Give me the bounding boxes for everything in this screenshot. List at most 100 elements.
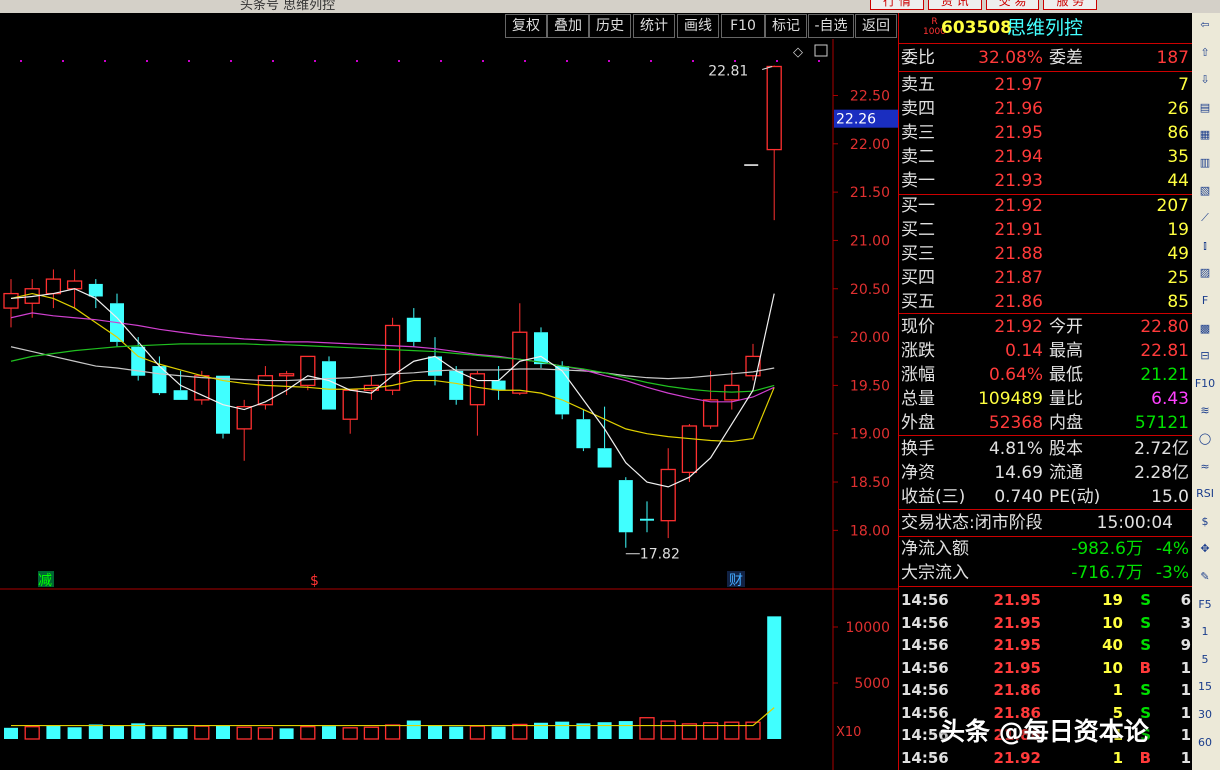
- top-tab-1[interactable]: 资 讯: [927, 0, 982, 10]
- sell-level-1: 卖一 21.93 44: [899, 169, 1193, 193]
- grid-dot: [398, 60, 400, 62]
- sell-price: 21.95: [994, 123, 1043, 143]
- volume-bar: [300, 726, 316, 740]
- toolbar-button-4[interactable]: 画线: [677, 14, 719, 38]
- stat-label: 内盘: [1049, 413, 1083, 433]
- buy-label: 买二: [901, 220, 935, 240]
- stat-row: 总量 109489 量比 6.43: [899, 387, 1193, 411]
- grid-dot: [818, 60, 820, 62]
- volume-unit-label: X10: [836, 725, 861, 740]
- sidebar-tool-icon[interactable]: 1: [1194, 622, 1216, 642]
- sidebar-tool-icon[interactable]: ▦: [1194, 125, 1216, 145]
- tick-time: 14:56: [901, 613, 949, 632]
- volume-bar: [618, 721, 633, 739]
- weibi-row: 委比 32.08% 委差 187: [899, 46, 1193, 70]
- sidebar-tool-icon[interactable]: ▨: [1194, 263, 1216, 283]
- toolbar-button-8[interactable]: 返回: [855, 14, 897, 38]
- sidebar-tool-icon[interactable]: ⇦: [1194, 15, 1216, 35]
- diamond-icon[interactable]: ◇: [793, 45, 803, 60]
- sidebar-tool-icon[interactable]: ≈: [1194, 457, 1216, 477]
- fund-label: 净资: [901, 463, 935, 483]
- flow-percent: -3%: [1155, 563, 1189, 583]
- flow-label: 净流入额: [901, 539, 969, 559]
- sidebar-tool-icon[interactable]: ⫾: [1194, 236, 1216, 256]
- sidebar-tool-icon[interactable]: ▤: [1194, 98, 1216, 118]
- sidebar-tool-icon[interactable]: RSI: [1194, 484, 1216, 504]
- sell-price: 21.93: [994, 171, 1043, 191]
- fund-flow-row: 净流入额 -982.6万 -4%: [899, 537, 1193, 561]
- sidebar-tool-icon[interactable]: ▩: [1194, 319, 1216, 339]
- high-label: 22.81: [708, 64, 748, 80]
- sidebar-tool-icon[interactable]: 60: [1194, 733, 1216, 753]
- fund-label: 股本: [1049, 439, 1083, 459]
- stat-label: 涨幅: [901, 365, 935, 385]
- sidebar-tool-icon[interactable]: ⊟: [1194, 346, 1216, 366]
- buy-price: 21.88: [994, 244, 1043, 264]
- sell-volume: 86: [1167, 123, 1189, 143]
- sell-volume: 26: [1167, 99, 1189, 119]
- buy-price: 21.92: [994, 196, 1043, 216]
- volume-bar: [597, 722, 612, 739]
- toolbar-button-6[interactable]: 标记: [765, 14, 807, 38]
- sidebar-tool-icon[interactable]: ▥: [1194, 153, 1216, 173]
- sidebar-tool-icon[interactable]: ≋: [1194, 401, 1216, 421]
- price-tick-label: 21.50: [850, 185, 890, 201]
- sidebar-tool-icon[interactable]: ✥: [1194, 539, 1216, 559]
- sell-label: 卖五: [901, 75, 935, 95]
- marker-dividend[interactable]: $: [310, 573, 319, 589]
- marker-reduce[interactable]: 减: [38, 573, 52, 589]
- tick-row: 14:56 21.95 19 S 6: [899, 589, 1193, 611]
- sell-volume: 7: [1178, 75, 1189, 95]
- sidebar-tool-icon[interactable]: ✎: [1194, 567, 1216, 587]
- sidebar-tool-icon[interactable]: ⇩: [1194, 70, 1216, 90]
- stat-label: 外盘: [901, 413, 935, 433]
- toolbar-button-2[interactable]: 历史: [589, 14, 631, 38]
- price-tick-label: 20.00: [850, 330, 890, 346]
- toolbar-button-7[interactable]: -自选: [808, 14, 854, 38]
- buy-label: 买三: [901, 244, 935, 264]
- sidebar-tool-icon[interactable]: 15: [1194, 677, 1216, 697]
- volume-bar: [767, 616, 782, 739]
- kline-chart[interactable]: 22.50 22.00 21.50 21.00 20.50 20.00 19.50 19.00…: [0, 39, 898, 770]
- flow-percent: -4%: [1155, 539, 1189, 559]
- top-tab-2[interactable]: 交 易: [985, 0, 1040, 10]
- sidebar-tool-icon[interactable]: F10: [1194, 374, 1216, 394]
- toolbar-button-1[interactable]: 叠加: [547, 14, 589, 38]
- stat-row: 涨跌 0.14 最高 22.81: [899, 339, 1193, 363]
- buy-label: 买一: [901, 196, 935, 216]
- sidebar-tool-icon[interactable]: ⇧: [1194, 43, 1216, 63]
- sidebar-tool-icon[interactable]: F5: [1194, 595, 1216, 615]
- sidebar-tool-icon[interactable]: ⟋: [1194, 208, 1216, 228]
- buy-volume: 49: [1167, 244, 1189, 264]
- buy-level-5: 买五 21.86 85: [899, 290, 1193, 314]
- sidebar-tool-icon[interactable]: ◯: [1194, 429, 1216, 449]
- tick-side: B: [1139, 658, 1151, 677]
- sell-volume: 44: [1167, 171, 1189, 191]
- tick-time: 14:56: [901, 681, 949, 699]
- top-tab-3[interactable]: 服 务: [1043, 0, 1098, 10]
- sidebar-tool-icon[interactable]: ▧: [1194, 181, 1216, 201]
- fundamental-row: 净资 14.69 流通 2.28亿: [899, 461, 1193, 485]
- sidebar-tool-icon[interactable]: F: [1194, 291, 1216, 311]
- top-tab-0[interactable]: 行 情: [870, 0, 924, 10]
- sidebar-tool-icon[interactable]: 5: [1194, 650, 1216, 670]
- volume-bar: [639, 717, 655, 740]
- sell-level-2: 卖二 21.94 35: [899, 145, 1193, 169]
- grid-dot: [146, 60, 148, 62]
- toolbar-button-5[interactable]: F10: [721, 14, 765, 38]
- quote-header: R 1000 603508 思维列控: [899, 16, 1193, 40]
- sidebar-tool-icon[interactable]: 30: [1194, 705, 1216, 725]
- toolbar-button-0[interactable]: 复权: [505, 14, 547, 38]
- window-title: 头条号 思维列控: [240, 0, 336, 13]
- grid-dot: [440, 60, 442, 62]
- weibi-value: 32.08%: [978, 48, 1043, 68]
- marker-finance[interactable]: 财: [729, 573, 743, 589]
- buy-volume: 19: [1167, 220, 1189, 240]
- stat-label: 今开: [1049, 317, 1083, 337]
- toolbar-button-3[interactable]: 统计: [633, 14, 675, 38]
- sidebar-tool-icon[interactable]: $: [1194, 512, 1216, 532]
- tick-count: 3: [1180, 613, 1191, 632]
- sell-label: 卖二: [901, 147, 935, 167]
- volume-bar: [236, 726, 252, 740]
- volume-bar: [4, 727, 18, 739]
